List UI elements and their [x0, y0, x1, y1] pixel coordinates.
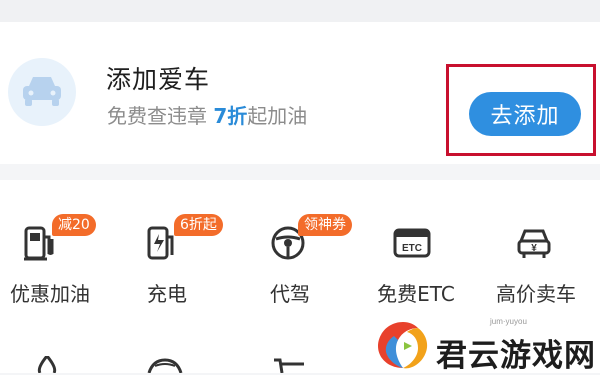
service-badge: 6折起: [174, 214, 223, 236]
service-fuel[interactable]: 减20 优惠加油: [0, 180, 120, 306]
svg-text:ETC: ETC: [402, 243, 422, 254]
service-label: 充电: [147, 282, 187, 306]
car-wash-icon: [147, 358, 183, 373]
add-car-subtitle: 免费查违章 7折起加油: [107, 100, 307, 129]
service-badge: 领神券: [298, 214, 352, 236]
watermark-url: jum·yuyou: [490, 317, 527, 326]
etc-card-icon: ETC: [393, 228, 431, 258]
cart-icon: [274, 358, 304, 373]
service-charging[interactable]: 6折起 充电: [108, 180, 228, 306]
service-label: 优惠加油: [10, 282, 90, 306]
service-badge: 减20: [52, 214, 96, 236]
subtitle-prefix: 免费查违章: [107, 104, 214, 128]
subtitle-discount: 7折: [213, 104, 248, 128]
watermark-logo-icon: [378, 322, 428, 369]
car-avatar: [8, 58, 76, 126]
svg-text:¥: ¥: [531, 243, 537, 254]
fuel-pump-icon: [24, 226, 54, 261]
watermark: jum·yuyou 君云游戏网: [370, 312, 600, 374]
add-car-button[interactable]: 去添加: [469, 92, 581, 136]
top-strip: [0, 0, 600, 22]
add-car-title: 添加爱车: [106, 65, 211, 94]
service-label: 免费ETC: [377, 282, 455, 306]
sell-car-icon: ¥: [517, 229, 551, 258]
service-etc[interactable]: ETC 免费ETC: [352, 180, 472, 306]
add-car-card[interactable]: 添加爱车 免费查违章 7折起加油 去添加: [0, 22, 600, 164]
watermark-text: 君云游戏网: [436, 338, 596, 374]
service-label: 代驾: [270, 282, 310, 306]
service-sell-car[interactable]: ¥ 高价卖车: [476, 180, 596, 306]
car-icon: [23, 77, 61, 106]
service-label: 高价卖车: [496, 282, 576, 306]
subtitle-suffix: 起加油: [247, 104, 308, 128]
service-designated-driver[interactable]: 领神券 代驾: [230, 180, 352, 306]
water-drop-icon: [37, 356, 57, 373]
charging-icon: [147, 226, 174, 260]
